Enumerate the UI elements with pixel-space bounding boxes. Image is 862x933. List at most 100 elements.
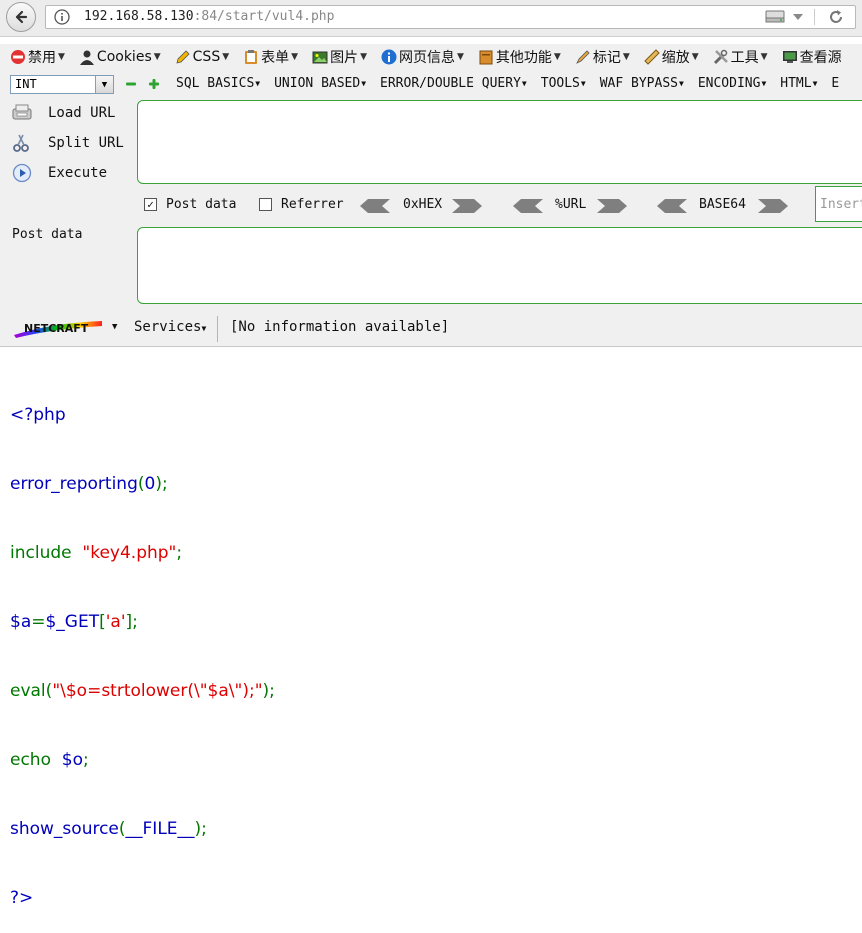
svg-text:NETCRAFT: NETCRAFT (24, 322, 89, 335)
url-decode-arrow-icon[interactable] (513, 198, 543, 214)
split-url-button[interactable]: Split URL (12, 133, 124, 153)
minus-icon[interactable] (125, 78, 137, 90)
type-select-value: INT (15, 77, 37, 91)
menu-misc[interactable]: 其他功能 ▼ (468, 46, 565, 68)
hex-encode-arrow-icon[interactable] (452, 198, 482, 214)
chevron-down-icon[interactable]: ▼ (95, 76, 113, 93)
services-menu[interactable]: Services▼ (134, 319, 206, 335)
base64-label: BASE64 (699, 197, 746, 212)
page-actions (765, 8, 805, 26)
menu-label: WAF BYPASS (599, 76, 678, 91)
code-line: show_source(__FILE__); (10, 818, 275, 841)
referrer-checkbox-label: Referrer (281, 197, 344, 212)
address-bar[interactable]: 192.168.58.130:84/start/vul4.php (45, 5, 856, 29)
clipboard-icon (245, 50, 258, 64)
code-token: "key4.php" (82, 543, 177, 563)
load-url-button[interactable]: Load URL (12, 103, 115, 123)
plus-icon[interactable] (148, 78, 160, 90)
code-token: ; (83, 750, 89, 770)
menu-page-info[interactable]: 网页信息 ▼ (371, 46, 468, 68)
code-line: eval("\$o=strtolower(\"$a\");"); (10, 680, 275, 703)
code-line: error_reporting(0); (10, 473, 275, 496)
menu-label: 表单 (261, 50, 290, 66)
menu-label: 查看源 (799, 50, 842, 66)
menu-html[interactable]: HTML▼ (780, 76, 817, 91)
info-icon (381, 49, 397, 65)
menu-encoding[interactable]: ENCODING▼ (698, 76, 766, 91)
php-open-tag: <?php (10, 405, 66, 425)
menu-label: SQL BASICS (176, 76, 255, 91)
menu-truncated[interactable]: E (831, 76, 839, 91)
code-token: = (31, 612, 46, 632)
netcraft-logo[interactable]: NETCRAFT (12, 317, 104, 339)
menu-union-based[interactable]: UNION BASED▼ (274, 76, 366, 91)
code-token: ( (137, 474, 145, 494)
menu-images[interactable]: 图片 ▼ (302, 46, 371, 68)
url-encode-arrow-icon[interactable] (597, 198, 627, 214)
menu-disable[interactable]: 禁用 ▼ (0, 46, 69, 68)
url-textarea[interactable] (137, 100, 862, 184)
options-row: ✓ Post data Referrer 0xHEX %URL BASE64 (0, 190, 862, 220)
netcraft-dropdown-icon[interactable]: ▼ (112, 322, 117, 332)
code-token: error_reporting (10, 474, 138, 494)
menu-cookies[interactable]: Cookies ▼ (69, 46, 165, 68)
scissors-icon (13, 134, 29, 152)
hex-decode-arrow-icon[interactable] (360, 198, 390, 214)
back-button[interactable] (6, 2, 36, 32)
ruler-icon (644, 49, 660, 65)
divider (814, 9, 815, 25)
referrer-checkbox[interactable] (259, 198, 272, 211)
code-token: __FILE__ (125, 819, 195, 839)
network-drive-icon[interactable] (765, 9, 787, 25)
menu-sql-basics[interactable]: SQL BASICS▼ (176, 76, 260, 91)
netcraft-toolbar: NETCRAFT ▼ Services▼ [No information ava… (0, 312, 862, 347)
person-icon (79, 50, 94, 65)
insert-string-input[interactable]: Insert (815, 186, 862, 222)
insert-placeholder: Insert (820, 197, 862, 212)
menu-label: ERROR/DOUBLE QUERY (380, 76, 521, 91)
post-data-checkbox-label: Post data (166, 197, 237, 212)
url-text: 192.168.58.130:84/start/vul4.php (84, 9, 334, 24)
code-token: include (10, 543, 72, 563)
code-token: ); (155, 474, 168, 494)
menu-resize[interactable]: 缩放 ▼ (634, 46, 703, 68)
code-token: $_GET (45, 612, 100, 632)
code-token: $o (61, 750, 84, 770)
load-url-label: Load URL (48, 105, 116, 121)
menu-view-source[interactable]: 查看源 (772, 46, 846, 68)
box-icon (479, 50, 493, 65)
code-line: ?> (10, 887, 275, 910)
code-token: $a (10, 612, 32, 632)
menu-waf-bypass[interactable]: WAF BYPASS▼ (600, 76, 684, 91)
reload-icon[interactable] (827, 8, 845, 26)
menu-css[interactable]: CSS ▼ (165, 46, 233, 68)
menu-tools-hb[interactable]: TOOLS▼ (541, 76, 586, 91)
menu-error-double-query[interactable]: ERROR/DOUBLE QUERY▼ (380, 76, 527, 91)
post-data-checkbox[interactable]: ✓ (144, 198, 157, 211)
menu-label: Cookies (96, 49, 152, 65)
php-close-tag: ?> (10, 888, 34, 908)
base64-decode-arrow-icon[interactable] (657, 198, 687, 214)
menu-tools[interactable]: 工具 ▼ (703, 46, 772, 68)
execute-label: Execute (48, 165, 108, 181)
dropdown-arrow-icon[interactable] (791, 10, 805, 24)
url-host: 192.168.58.130 (84, 9, 194, 24)
menu-forms[interactable]: 表单 ▼ (233, 46, 302, 68)
type-select[interactable]: INT ▼ (10, 75, 114, 94)
code-token: ); (194, 819, 207, 839)
code-token: ); (262, 681, 275, 701)
code-token: [ (99, 612, 106, 632)
menu-label: 缩放 (661, 50, 690, 66)
hex-label: 0xHEX (403, 197, 443, 212)
execute-button[interactable]: Execute (12, 163, 107, 183)
site-info-icon[interactable] (54, 9, 70, 25)
base64-encode-arrow-icon[interactable] (758, 198, 788, 214)
post-data-textarea[interactable] (137, 227, 862, 304)
menu-label: 图片 (330, 50, 359, 66)
load-url-icon (12, 104, 32, 120)
code-token: eval (10, 681, 46, 701)
tools-icon (713, 49, 728, 65)
menu-outline[interactable]: 标记 ▼ (565, 46, 634, 68)
highlighter-icon (575, 50, 590, 64)
code-token: "\$o=strtolower(\"$a\");" (52, 681, 263, 701)
